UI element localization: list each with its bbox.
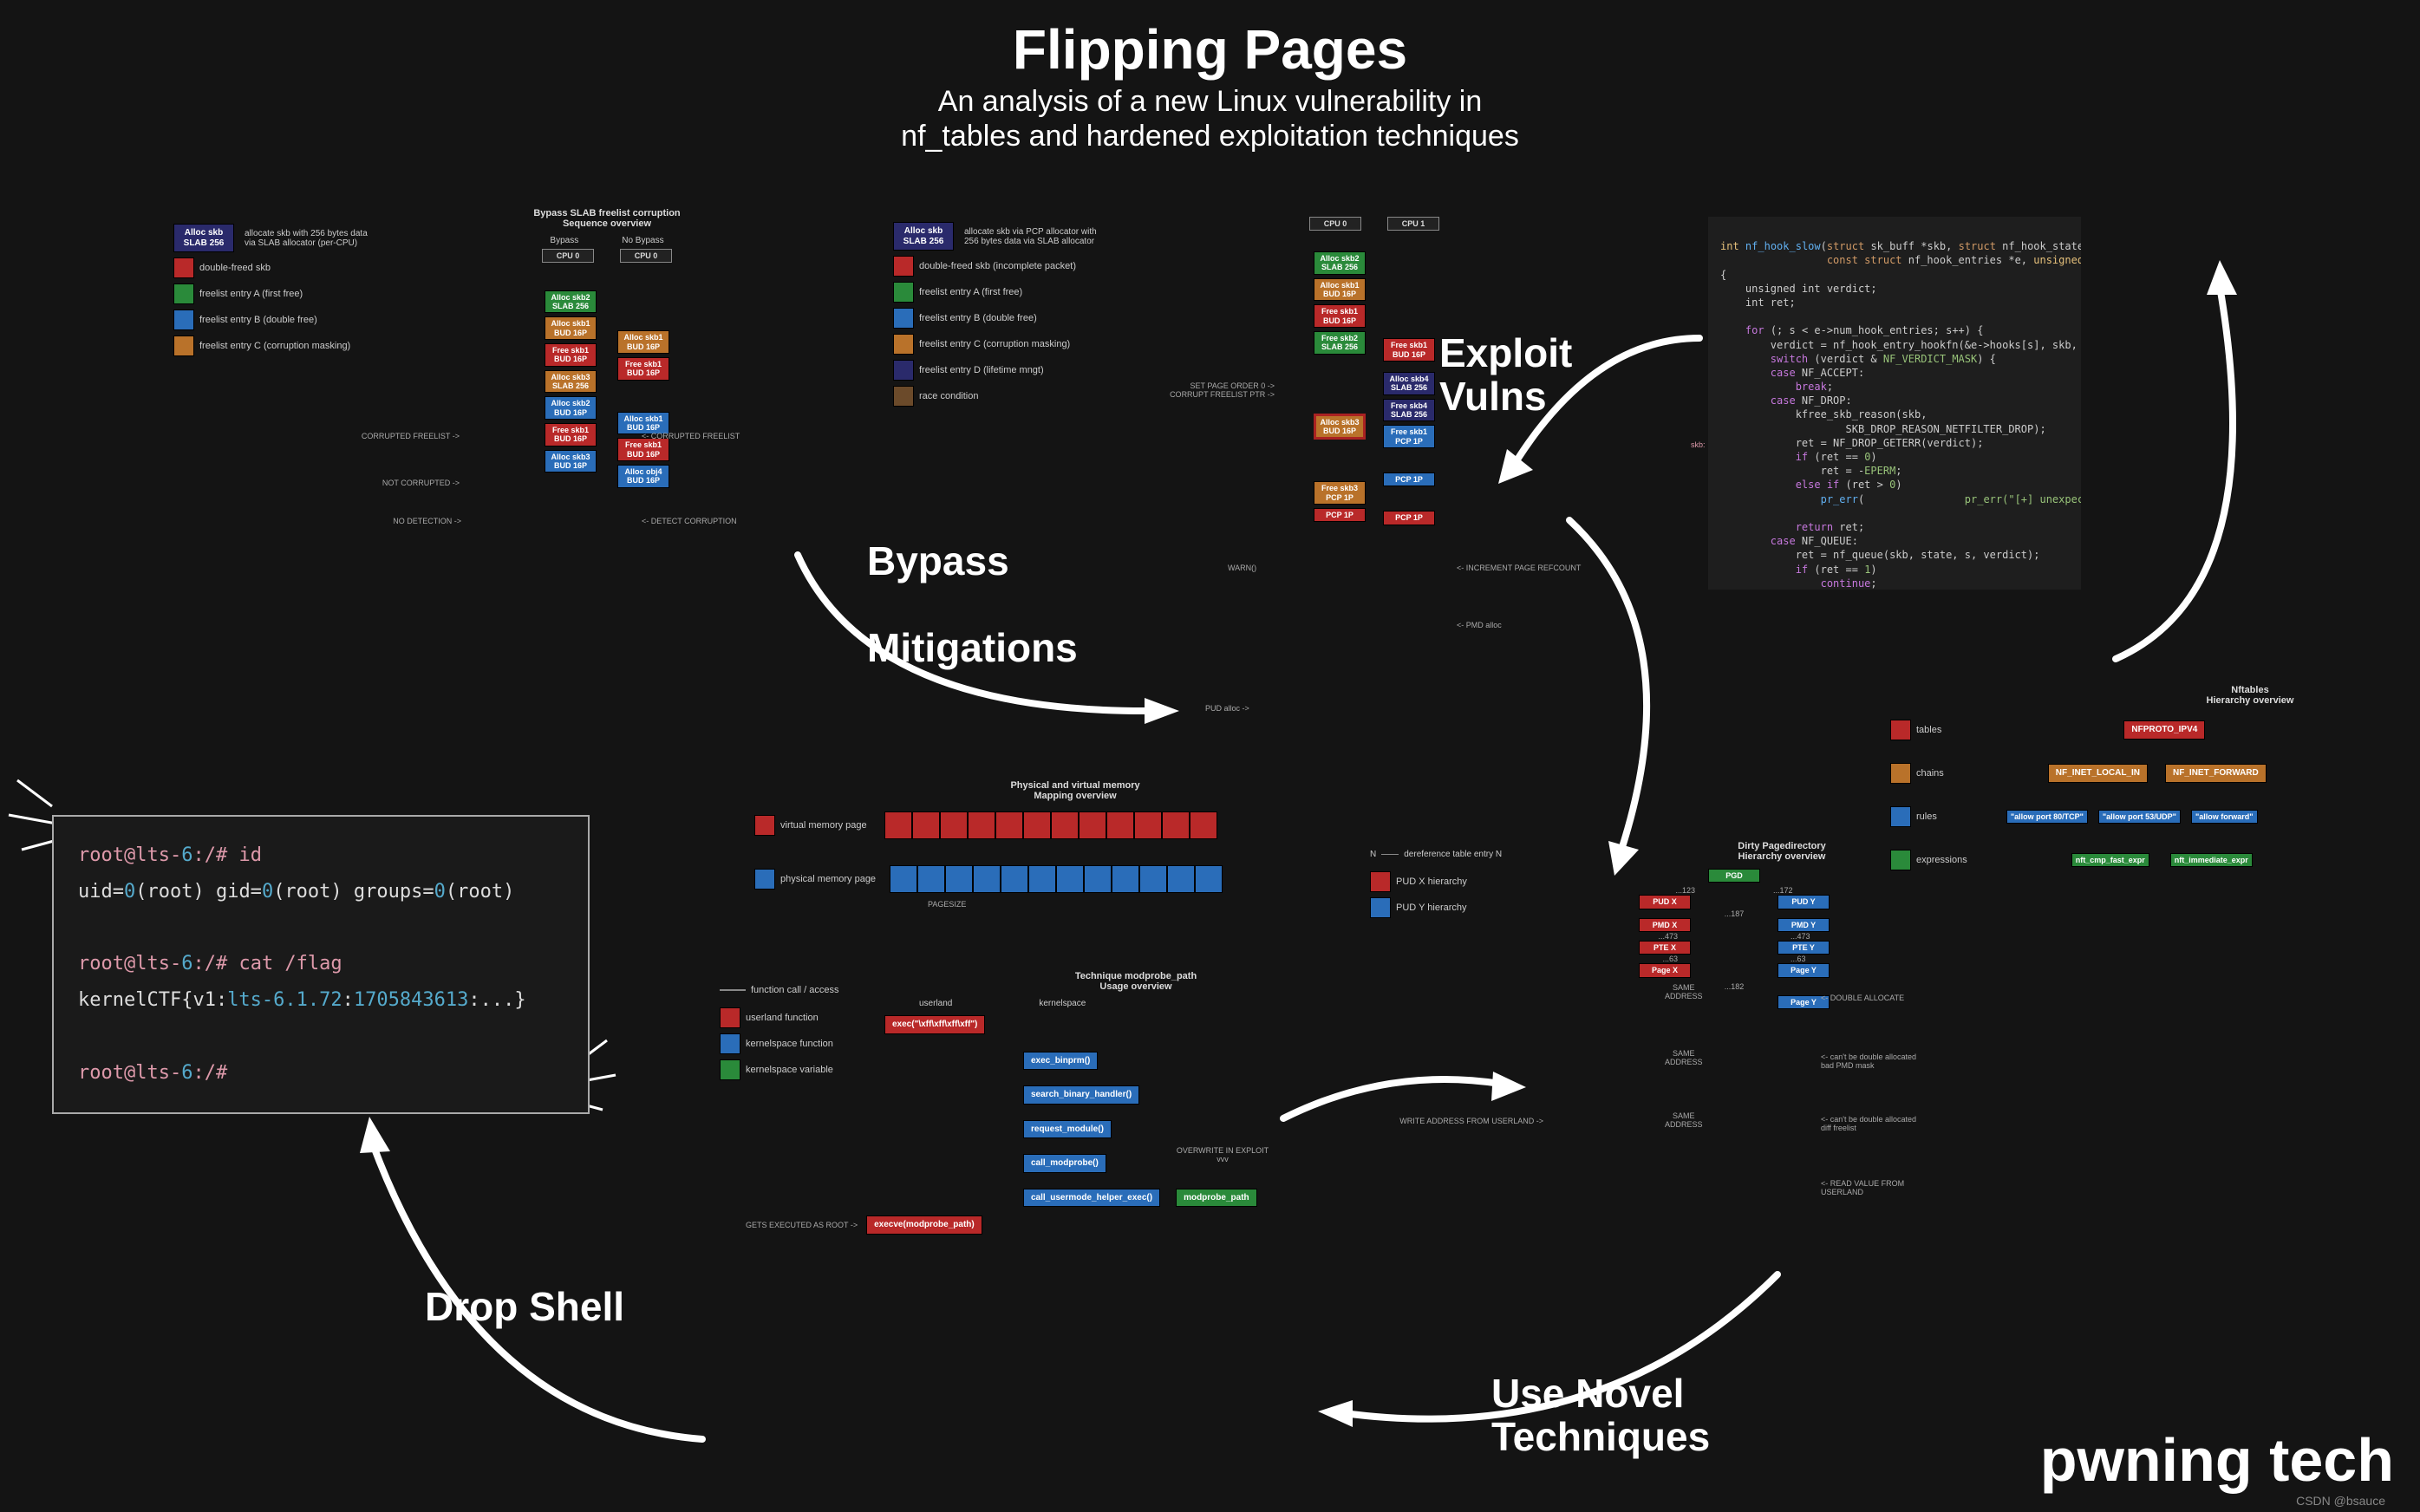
legend-slab: Alloc skb SLAB 256allocate skb with 256 … bbox=[173, 224, 368, 362]
arrow-icon bbox=[1517, 503, 1743, 884]
pv-map: Physical and virtual memory Mapping over… bbox=[754, 780, 1223, 909]
modprobe-diagram: Technique modprobe_path Usage overview u… bbox=[867, 971, 1301, 1235]
lbl-corrupted-l: CORRUPTED FREELIST -> bbox=[338, 432, 460, 440]
seq-freelist: Bypass SLAB freelist corruption Sequence… bbox=[468, 208, 746, 488]
watermark: CSDN @bsauce bbox=[2296, 1494, 2385, 1508]
lbl-warn: WARN() bbox=[1228, 564, 1256, 572]
page-subtitle-1: An analysis of a new Linux vulnerability… bbox=[0, 85, 2420, 119]
arrow-icon bbox=[1491, 321, 1717, 494]
lbl-corrupted-r: <- CORRUPTED FREELIST bbox=[642, 432, 740, 440]
lbl-no-detection: NO DETECTION -> bbox=[375, 517, 461, 525]
brand-logo: pwning tech bbox=[2040, 1425, 2394, 1495]
arrow-icon bbox=[2064, 260, 2306, 676]
dirty-legend: Ndereference table entry N PUD X hierarc… bbox=[1370, 850, 1502, 923]
modprobe-legend: function call / access userland function… bbox=[720, 980, 839, 1085]
page-subtitle-2: nf_tables and hardened exploitation tech… bbox=[0, 120, 2420, 153]
seq-cpu: CPU 0 CPU 1 Alloc skb2 SLAB 256 Alloc sk… bbox=[1275, 217, 1474, 525]
root-shell-terminal: root@lts-6:/# id uid=0(root) gid=0(root)… bbox=[52, 815, 590, 1114]
lbl-cant-diff: <- can't be double allocated diff freeli… bbox=[1821, 1115, 1916, 1132]
lbl-sameaddr-3: SAME ADDRESS bbox=[1665, 1111, 1703, 1129]
lbl-cant-pmd: <- can't be double allocated bad PMD mas… bbox=[1821, 1053, 1916, 1070]
arrow-icon bbox=[1309, 1257, 1795, 1483]
lbl-double-alloc: <- DOUBLE ALLOCATE bbox=[1821, 994, 1904, 1002]
legend-pcp: Alloc skb SLAB 256allocate skb via PCP a… bbox=[893, 222, 1097, 412]
lbl-pud-alloc: PUD alloc -> bbox=[1205, 704, 1249, 713]
lbl-detect: <- DETECT CORRUPTION bbox=[642, 517, 737, 525]
arrow-icon bbox=[763, 520, 1197, 763]
code-nf-hook-slow: int nf_hook_slow(struct sk_buff *skb, st… bbox=[1708, 217, 2081, 590]
arrow-icon bbox=[321, 1092, 720, 1474]
page-title: Flipping Pages bbox=[0, 17, 2420, 81]
lbl-pmd-alloc: <- PMD alloc bbox=[1457, 621, 1502, 629]
arrow-icon bbox=[1266, 1040, 1526, 1144]
lbl-setpage: SET PAGE ORDER 0 -> CORRUPT FREELIST PTR… bbox=[1136, 381, 1275, 399]
nftables-hierarchy: Nftables Hierarchy overview tables NFPRO… bbox=[1890, 685, 2393, 876]
lbl-sameaddr-2: SAME ADDRESS bbox=[1665, 1049, 1703, 1066]
lbl-readval: <- READ VALUE FROM USERLAND bbox=[1821, 1179, 1904, 1196]
lbl-sameaddr-1: SAME ADDRESS bbox=[1665, 983, 1703, 1000]
lbl-not-corrupted: NOT CORRUPTED -> bbox=[364, 479, 460, 487]
